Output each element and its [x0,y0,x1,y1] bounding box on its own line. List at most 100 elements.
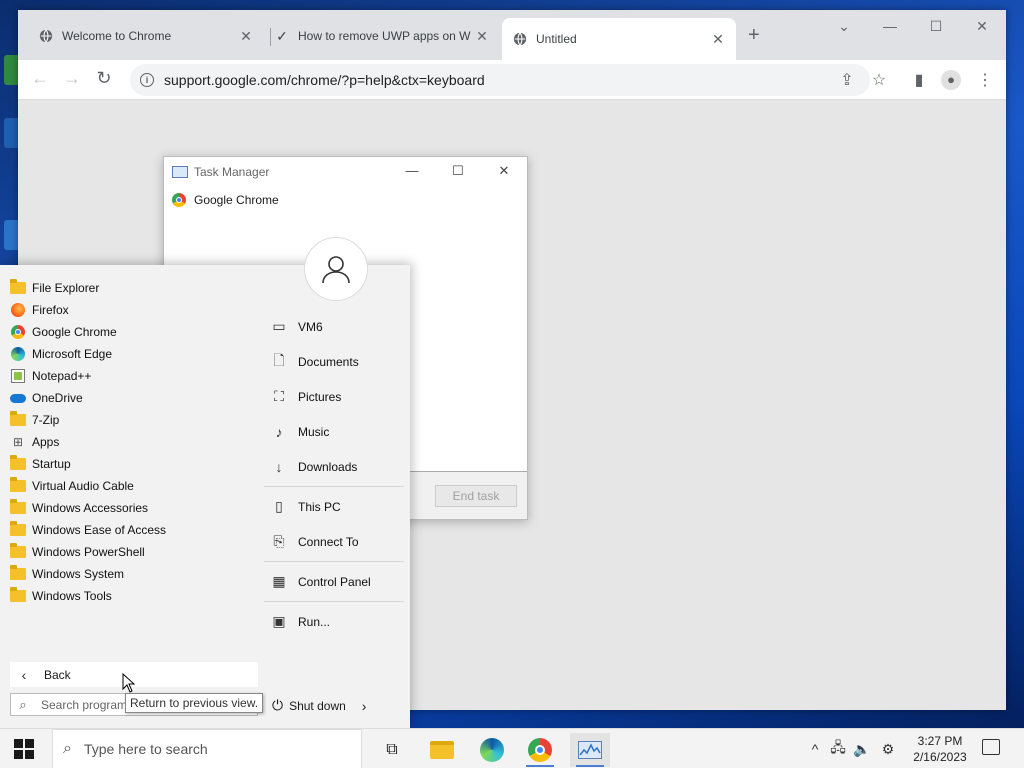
place-label: Documents [298,354,359,369]
taskbar-search[interactable]: ⌕ Type here to search [52,729,362,768]
chrome-icon[interactable] [520,733,560,767]
place-vm6[interactable]: ▭ VM6 [264,309,404,344]
download-icon: ↓ [275,458,283,475]
program-item[interactable]: Windows Accessories [10,497,260,519]
tab-title: Untitled [536,32,577,46]
back-tooltip: Return to previous view. [125,693,264,713]
place-label: Run... [298,614,331,629]
program-item[interactable]: Startup [10,453,260,475]
run-icon: ▣ [272,613,286,629]
new-tab-button[interactable]: + [748,24,760,47]
windows-start-icon[interactable] [14,739,34,759]
folder-icon [10,521,26,538]
program-item[interactable]: Windows PowerShell [10,541,260,563]
close-icon[interactable]: ✕ [492,163,516,179]
places-list: ▭ VM6 🗋 Documents ⛶ Pictures ♪ Music ↓ Downlo… [264,309,404,639]
computer-icon: ▯ [275,498,283,514]
close-tab-icon[interactable]: ✕ [238,28,254,45]
program-label: Windows System [32,567,125,581]
shutdown-button[interactable]: ⏻ Shut down › [272,697,366,714]
tab-welcome[interactable]: Welcome to Chrome ✕ [28,18,264,54]
folder-icon [10,477,26,494]
close-tab-icon[interactable]: ✕ [474,28,490,45]
onedrive-icon [10,390,26,406]
program-item[interactable]: Windows Tools [10,585,260,607]
program-item[interactable]: Windows Ease of Access [10,519,260,541]
tab-untitled[interactable]: Untitled ✕ [502,18,736,60]
maximize-icon[interactable]: ☐ [922,18,950,35]
edge-icon[interactable] [472,733,512,767]
forward-icon[interactable]: → [60,68,84,89]
chevron-right-icon[interactable]: › [362,698,367,714]
menu-icon[interactable]: ⋮ [974,70,996,90]
program-label: Google Chrome [32,325,117,339]
connect-icon: ⎘ [273,533,285,549]
program-label: Windows PowerShell [32,545,145,559]
profile-icon[interactable]: ● [940,70,962,90]
settings-icon[interactable]: ⚙ [874,741,902,758]
browser-toolbar: ← → ↻ i support.google.com/chrome/?p=hel… [18,60,1006,100]
globe-icon [512,31,528,47]
chrome-icon [10,324,26,340]
program-item[interactable]: Firefox [10,299,260,321]
program-item[interactable]: OneDrive [10,387,260,409]
minimize-icon[interactable]: — [400,163,424,178]
program-item[interactable]: File Explorer [10,277,260,299]
back-icon[interactable]: ← [28,68,52,89]
close-tab-icon[interactable]: ✕ [710,31,726,48]
program-item[interactable]: Notepad++ [10,365,260,387]
place-control-panel[interactable]: ▦ Control Panel [264,564,404,599]
program-label: Firefox [32,303,69,317]
info-icon[interactable]: i [140,73,154,87]
task-manager-taskbar-icon[interactable] [570,733,610,767]
place-downloads[interactable]: ↓ Downloads [264,449,404,484]
program-item[interactable]: ⊞ Apps [10,431,260,453]
tab-uwp[interactable]: ✓ How to remove UWP apps on W ✕ [264,18,500,54]
side-panel-icon[interactable]: ▮ [908,70,930,90]
address-bar[interactable]: i support.google.com/chrome/?p=help&ctx=… [130,64,870,96]
apps-icon: ⊞ [12,435,24,449]
close-icon[interactable]: ✕ [968,18,996,35]
divider [264,561,404,562]
minimize-icon[interactable]: — [876,18,904,34]
feather-icon: ✓ [276,27,288,44]
place-music[interactable]: ♪ Music [264,414,404,449]
bookmark-star-icon[interactable]: ☆ [868,70,890,90]
document-icon: 🗋 [273,351,285,368]
process-name: Google Chrome [194,193,279,207]
maximize-icon[interactable]: ☐ [446,163,470,179]
place-this-pc[interactable]: ▯ This PC [264,489,404,524]
place-run[interactable]: ▣ Run... [264,604,404,639]
chevron-up-icon[interactable]: ^ [804,741,826,757]
file-explorer-icon[interactable] [422,733,462,767]
reload-icon[interactable]: ↻ [92,68,116,89]
network-icon[interactable]: 🖧 [826,737,850,761]
tab-search-icon[interactable]: ⌄ [830,18,858,35]
user-avatar[interactable] [304,237,368,301]
place-connect-to[interactable]: ⎘ Connect To [264,524,404,559]
folder-icon [10,587,26,604]
program-item[interactable]: Virtual Audio Cable [10,475,260,497]
place-pictures[interactable]: ⛶ Pictures [264,379,404,414]
program-item[interactable]: Google Chrome [10,321,260,343]
volume-icon[interactable]: 🔈 [850,741,874,758]
program-item[interactable]: 7-Zip [10,409,260,431]
end-task-button[interactable]: End task [435,485,517,507]
place-documents[interactable]: 🗋 Documents [264,344,404,379]
share-icon[interactable]: ⇪ [836,70,858,90]
folder-icon [10,565,26,582]
program-item[interactable]: Microsoft Edge [10,343,260,365]
tab-title: Welcome to Chrome [62,29,172,43]
folder-icon [10,499,26,516]
process-row[interactable]: Google Chrome [164,187,527,213]
clock[interactable]: 3:27 PM 2/16/2023 [908,733,972,765]
tab-strip: Welcome to Chrome ✕ ✓ How to remove UWP … [18,10,1006,60]
task-manager-icon [172,166,188,178]
place-label: Music [298,424,330,439]
program-list: File Explorer Firefox Google Chrome Micr… [10,277,260,607]
notification-icon[interactable] [982,739,1000,755]
program-item[interactable]: Windows System [10,563,260,585]
folder-icon [10,279,26,296]
task-view-icon[interactable]: ⧉ [372,733,412,767]
tab-title: How to remove UWP apps on W [298,29,471,43]
